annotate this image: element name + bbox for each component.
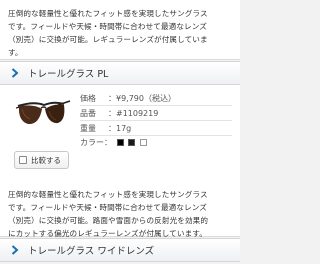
product-title[interactable]: トレールグラス ワイドレンズ bbox=[28, 243, 154, 257]
price-row: 価格 ：¥9,790（税込） bbox=[80, 93, 176, 104]
spec-divider bbox=[80, 135, 232, 136]
spec-divider bbox=[80, 120, 232, 121]
chevron-right-icon bbox=[9, 67, 21, 79]
description-line: です。フィールドや天候・時間帯に合わせて最適なレンズ bbox=[8, 203, 207, 212]
product-description: 圧倒的な軽量性と優れたフィット感を実現したサングラス です。フィールドや天候・時… bbox=[0, 185, 240, 238]
compare-button[interactable]: 比較する bbox=[14, 151, 69, 169]
weight-label: 重量 bbox=[80, 124, 96, 133]
compare-checkbox[interactable] bbox=[19, 156, 27, 164]
product-title[interactable]: トレールグラス PL bbox=[28, 66, 108, 80]
price-value: ：¥9,790（税込） bbox=[108, 94, 176, 103]
chevron-right-icon bbox=[9, 244, 21, 256]
color-swatch-black[interactable] bbox=[116, 139, 124, 146]
product-description-previous: 圧倒的な軽量性と優れたフィット感を実現したサングラス です。フィールドや天候・時… bbox=[0, 0, 240, 60]
sku-value: ：#1109219 bbox=[108, 109, 159, 118]
description-line: （別売）に交換が可能。レギュラーレンズが付属していま bbox=[8, 35, 208, 44]
color-swatch-dark[interactable] bbox=[128, 139, 136, 146]
description-line: 圧倒的な軽量性と優れたフィット感を実現したサングラス bbox=[8, 190, 208, 199]
color-row: カラー： bbox=[80, 137, 147, 148]
product-header-trail-glass-pl[interactable]: トレールグラス PL bbox=[0, 61, 240, 85]
color-swatch-white[interactable] bbox=[139, 139, 147, 146]
weight-value: ：17g bbox=[108, 124, 132, 133]
sunglasses-image[interactable] bbox=[14, 91, 72, 145]
compare-label[interactable]: 比較する bbox=[31, 155, 61, 166]
description-line: （別売）に交換が可能。路面や雪面からの反射光を効果的 bbox=[8, 216, 209, 225]
sku-label: 品番 bbox=[80, 109, 96, 118]
product-card: 価格 ：¥9,790（税込） 品番 ：#1109219 重量 ：17g カラー： 比較… bbox=[0, 85, 240, 185]
description-line: です。フィールドや天候・時間帯に合わせて最適なレンズ bbox=[8, 22, 207, 31]
price-label: 価格 bbox=[80, 94, 96, 103]
color-label: カラー： bbox=[80, 138, 112, 147]
description-line: 圧倒的な軽量性と優れたフィット感を実現したサングラス bbox=[8, 9, 208, 18]
product-header-trail-glass-wide-lens[interactable]: トレールグラス ワイドレンズ bbox=[0, 238, 240, 262]
spec-divider bbox=[80, 105, 232, 106]
weight-row: 重量 ：17g bbox=[80, 123, 131, 134]
sku-row: 品番 ：#1109219 bbox=[80, 108, 158, 119]
description-line: す。 bbox=[8, 48, 23, 57]
